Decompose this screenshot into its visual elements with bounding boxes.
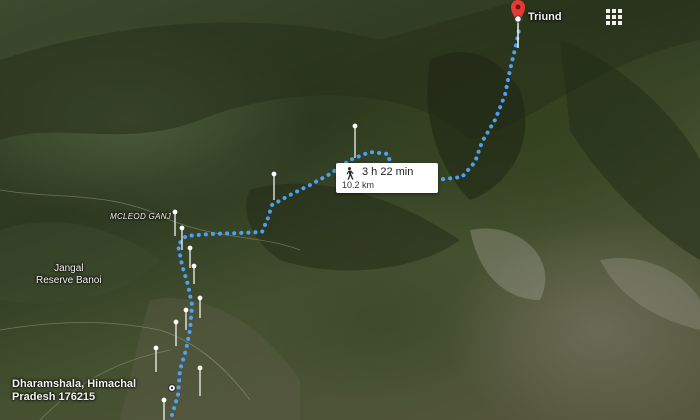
map-view[interactable]: MCLEOD GANJ Jangal Reserve Banoi Dharams… [0, 0, 700, 420]
grid-icon[interactable] [605, 8, 623, 26]
origin-label[interactable]: Dharamshala, Himachal Pradesh 176215 [12, 378, 136, 404]
route-duration: 3 h 22 min [362, 166, 414, 178]
walking-icon [346, 167, 354, 180]
origin-label-line1: Dharamshala, Himachal [12, 378, 137, 390]
destination-label[interactable]: Triund [528, 11, 562, 23]
route-distance: 10.2 km [342, 180, 375, 190]
origin-marker[interactable] [167, 383, 177, 393]
terrain-layer [0, 0, 700, 420]
jangal-label-line1: Jangal [54, 263, 84, 274]
origin-label-line2: Pradesh 176215 [12, 391, 96, 403]
jangal-reserve-label: Jangal Reserve Banoi [36, 263, 102, 287]
route-info-box[interactable]: 3 h 22 min 10.2 km [336, 163, 438, 193]
jangal-label-line2: Reserve Banoi [36, 275, 102, 286]
mcleod-ganj-label: MCLEOD GANJ [110, 212, 172, 221]
